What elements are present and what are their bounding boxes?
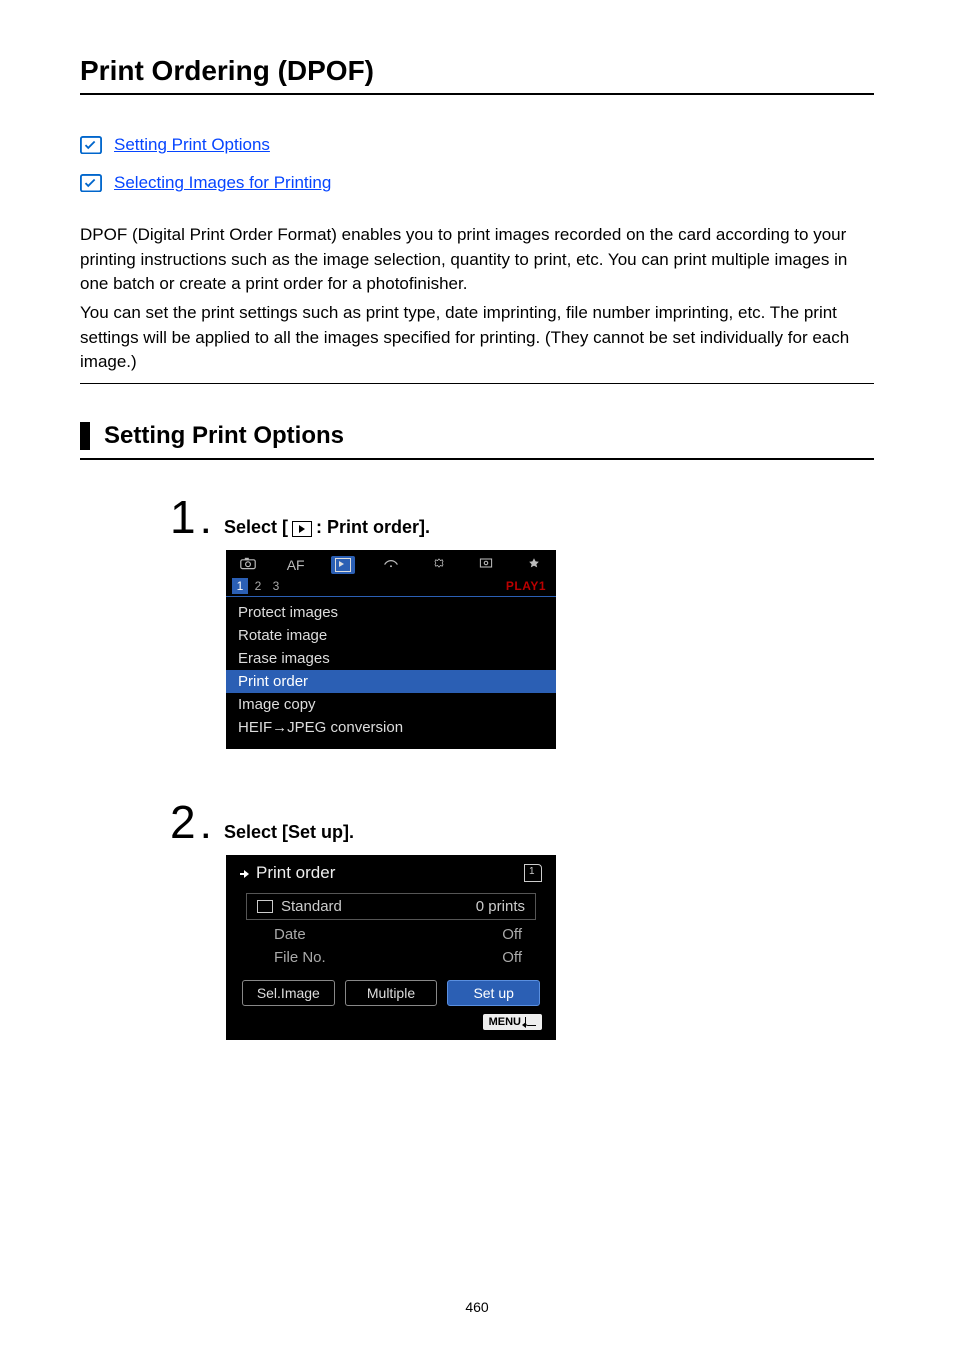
step-1-dot: . [202,509,210,539]
setup-tab-icon [427,556,451,573]
print-order-date-row: Date Off [274,926,522,943]
toc-link-selecting-images[interactable]: Selecting Images for Printing [114,173,331,193]
menu-item-rotate-image: Rotate image [226,624,556,647]
menu-item-protect-images: Protect images [226,601,556,624]
date-label: Date [274,926,306,943]
camera-menu-list: Protect images Rotate image Erase images… [226,599,556,749]
standard-print-icon [257,900,273,913]
step-1-header: 1 . Select [ : Print order]. [170,494,874,540]
camera-menu-separator [226,596,556,597]
section-heading-text: Setting Print Options [104,422,344,450]
menu-return-label: MENU [489,1016,521,1028]
playback-tab-selected-icon [331,556,355,574]
step-2-title: Select [Set up]. [224,822,354,843]
page-title: Print Ordering (DPOF) [80,55,874,95]
step-2: 2 . Select [Set up]. Print order Standar… [170,799,874,1040]
print-order-menu-back: MENU [226,1014,542,1030]
link-mark-icon [80,136,102,154]
intro-paragraph-2: You can set the print settings such as p… [80,301,874,375]
print-order-buttons: Sel.Image Multiple Set up [242,980,540,1006]
link-mark-icon [80,174,102,192]
page-number: 460 [0,1299,954,1315]
standard-label: Standard [281,898,342,915]
print-order-title: Print order [256,863,335,883]
print-order-screenshot: Print order Standard 0 prints Date Off F… [226,855,556,1040]
subtab-3: 3 [268,578,284,594]
step-1-number: 1 [170,494,196,540]
set-up-button: Set up [447,980,540,1006]
print-order-fileno-row: File No. Off [274,949,522,966]
menu-item-image-copy: Image copy [226,693,556,716]
toc-item-setting-print-options: Setting Print Options [80,135,874,155]
menu-return-badge: MENU [483,1014,542,1030]
toc-list: Setting Print Options Selecting Images f… [80,135,874,193]
wireless-tab-icon [379,556,403,573]
step-1-title: Select [ : Print order]. [224,517,430,538]
camera-menu-screenshot: AF 1 2 3 [226,550,556,749]
camera-tab-icon [236,556,260,573]
intro-paragraph-1: DPOF (Digital Print Order Format) enable… [80,223,874,297]
sel-image-button: Sel.Image [242,980,335,1006]
step-2-dot: . [202,814,210,844]
date-value: Off [502,926,522,943]
subtab-label: PLAY1 [506,579,546,593]
print-order-header: Print order [226,855,556,889]
sd-card-icon [524,864,542,882]
custom-tab-icon [474,556,498,573]
mymenu-tab-icon [522,556,546,573]
fileno-value: Off [502,949,522,966]
subtab-2: 2 [250,578,266,594]
menu-item-print-order: Print order [226,670,556,693]
multiple-button: Multiple [345,980,438,1006]
toc-link-setting-print-options[interactable]: Setting Print Options [114,135,270,155]
print-order-standard-row: Standard 0 prints [246,893,536,920]
section-heading-setting-print-options: Setting Print Options [80,422,874,460]
intro-divider [80,383,874,384]
fileno-label: File No. [274,949,326,966]
return-icon [525,1017,536,1026]
step-1: 1 . Select [ : Print order]. AF [170,494,874,749]
section-heading-bar [80,422,90,450]
playback-icon [292,521,312,537]
step-2-number: 2 [170,799,196,845]
camera-top-tabs: AF [226,550,556,578]
menu-item-erase-images: Erase images [226,647,556,670]
toc-item-selecting-images: Selecting Images for Printing [80,173,874,193]
camera-sub-tabs: 1 2 3 PLAY1 [226,578,556,596]
step-1-title-pre: Select [ [224,517,288,538]
subtab-1: 1 [232,578,248,594]
af-tab-label: AF [284,557,308,573]
step-2-header: 2 . Select [Set up]. [170,799,874,845]
step-1-title-post: : Print order]. [316,517,430,538]
print-order-icon [240,869,250,879]
menu-item-heif-jpeg: HEIF→JPEG conversion [226,716,556,739]
standard-value: 0 prints [476,898,525,915]
